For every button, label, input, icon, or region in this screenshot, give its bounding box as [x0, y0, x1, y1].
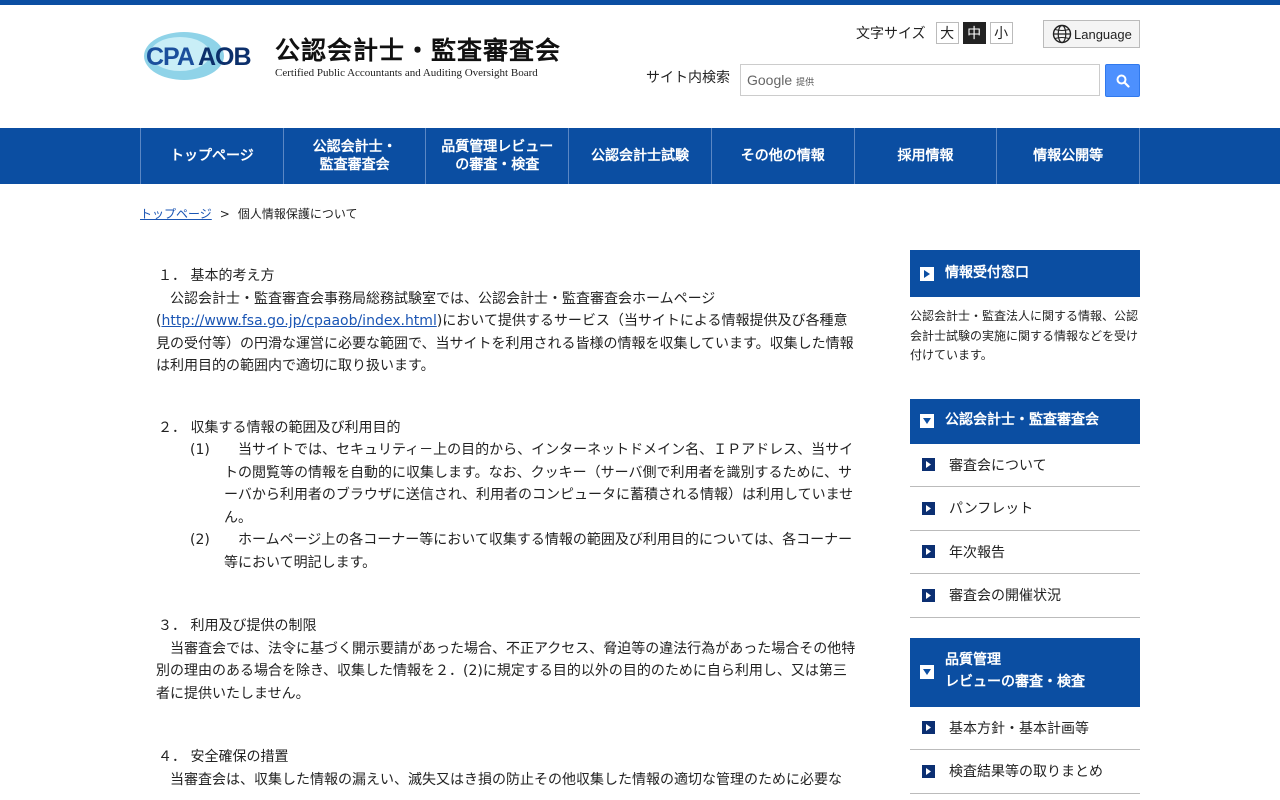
sidebar-header-label: 品質管理 レビューの審査・検査 [945, 650, 1085, 693]
chevron-right-icon [922, 764, 935, 778]
sidebar-link-inspection-results[interactable]: 検査結果等の取りまとめ [910, 750, 1140, 794]
main-content: １． 基本的考え方 公認会計士・監査審査会事務局総務試験室では、公認会計士・監査… [156, 265, 856, 800]
breadcrumb-current: 個人情報保護について [237, 207, 358, 221]
font-size-large-button[interactable]: 大 [935, 22, 959, 44]
site-header: CPA AOB 公認会計士・監査審査会 Certified Public Acc… [140, 5, 1140, 128]
sidebar-link-annual-report[interactable]: 年次報告 [910, 531, 1140, 574]
site-title-en: Certified Public Accountants and Auditin… [275, 67, 538, 79]
breadcrumb-home-link[interactable]: トップページ [140, 205, 212, 222]
font-size-medium-button[interactable]: 中 [962, 22, 986, 44]
nav-recruitment[interactable]: 採用情報 [855, 128, 998, 184]
chevron-right-icon [922, 458, 935, 472]
nav-top-page[interactable]: トップページ [141, 128, 284, 184]
svg-text:CPA: CPA [146, 43, 195, 71]
svg-text:AOB: AOB [198, 43, 251, 71]
language-button[interactable]: Language [1043, 20, 1140, 48]
chevron-right-icon [922, 721, 935, 735]
list-item-text: 当サイトでは、セキュリティ－上の目的から、インターネットドメイン名、ＩＰアドレス… [224, 442, 854, 526]
sidebar-link-label: 年次報告 [949, 544, 1005, 561]
sidebar-link-label: 審査会の開催状況 [949, 588, 1061, 605]
sidebar-link-label: 検査結果等の取りまとめ [949, 764, 1103, 781]
section-paragraph: 公認会計士・監査審査会事務局総務試験室では、公認会計士・監査審査会ホームページ(… [156, 288, 856, 378]
language-label: Language [1074, 26, 1132, 42]
list-item: (1) 当サイトでは、セキュリティ－上の目的から、インターネットドメイン名、ＩＰ… [156, 439, 856, 529]
sidebar-link-pamphlet[interactable]: パンフレット [910, 487, 1140, 531]
list-item-number: (1) [190, 442, 210, 458]
breadcrumb-separator: > [219, 206, 230, 221]
sidebar-link-label: 基本方針・基本計画等 [949, 720, 1089, 737]
font-size-small-button[interactable]: 小 [989, 22, 1013, 44]
nav-quality-review[interactable]: 品質管理レビュー の審査・検査 [426, 128, 570, 184]
sidebar: 情報受付窓口 公認会計士・監査法人に関する情報、公認会計士試験の実施に関する情報… [910, 250, 1140, 794]
nav-board[interactable]: 公認会計士・ 監査審査会 [284, 128, 427, 184]
google-brand-sub: 提供 [796, 77, 815, 88]
section-title: ２． 収集する情報の範囲及び利用目的 [158, 419, 401, 436]
section-title: ３． 利用及び提供の制限 [158, 618, 317, 634]
section-title: １． 基本的考え方 [158, 268, 275, 284]
sidebar-link-about-board[interactable]: 審査会について [910, 444, 1140, 487]
nav-cpa-exam[interactable]: 公認会計士試験 [569, 128, 712, 184]
section-info-scope: ２． 収集する情報の範囲及び利用目的 (1) 当サイトでは、セキュリティ－上の目… [156, 417, 856, 575]
sidebar-link-basic-policy[interactable]: 基本方針・基本計画等 [910, 707, 1140, 750]
google-brand: Google [747, 72, 793, 88]
chevron-down-icon [920, 414, 934, 428]
global-nav: トップページ 公認会計士・ 監査審査会 品質管理レビュー の審査・検査 公認会計… [0, 128, 1280, 184]
nav-disclosure[interactable]: 情報公開等 [997, 128, 1141, 184]
section-paragraph: 当審査会では、法令に基づく開示要請があった場合、不正アクセス、脅迫等の違法行為が… [156, 640, 856, 702]
sidebar-info-desk-header[interactable]: 情報受付窓口 [910, 250, 1140, 297]
section-usage-limits: ３． 利用及び提供の制限 当審査会では、法令に基づく開示要請があった場合、不正ア… [156, 615, 856, 705]
nav-other-info[interactable]: その他の情報 [712, 128, 855, 184]
chevron-down-icon [920, 665, 934, 679]
font-size-label: 文字サイズ [856, 26, 926, 42]
chevron-right-icon [922, 501, 935, 515]
cpaaob-logo-mark: CPA AOB [144, 32, 252, 80]
sidebar-quality-review-header[interactable]: 品質管理 レビューの審査・検査 [910, 637, 1140, 707]
globe-icon [1052, 24, 1072, 44]
search-button[interactable] [1105, 64, 1140, 97]
site-search-label: サイト内検索 [646, 70, 730, 86]
section-security-measures: ４． 安全確保の措置 当審査会は、収集した情報の漏えい、滅失又はき損の防止その他… [156, 746, 856, 791]
cpaaob-home-link[interactable]: http://www.fsa.go.jp/cpaaob/index.html [161, 313, 436, 329]
list-item-text: ホームページ上の各コーナー等において収集する情報の範囲及び利用目的については、各… [224, 532, 853, 571]
list-item: (2) ホームページ上の各コーナー等において収集する情報の範囲及び利用目的につい… [156, 529, 856, 574]
site-title-ja: 公認会計士・監査審査会 [275, 36, 562, 65]
search-icon [1116, 74, 1130, 88]
sidebar-link-meeting-status[interactable]: 審査会の開催状況 [910, 574, 1140, 618]
site-logo[interactable]: CPA AOB 公認会計士・監査審査会 Certified Public Acc… [140, 25, 580, 87]
section-title: ４． 安全確保の措置 [158, 749, 289, 765]
font-size-switcher: 文字サイズ 大 中 小 [856, 21, 1013, 45]
sidebar-header-line: 品質管理 [945, 652, 1001, 669]
sidebar-link-label: パンフレット [949, 501, 1034, 518]
sidebar-link-label: 審査会について [949, 457, 1047, 474]
section-basic-policy: １． 基本的考え方 公認会計士・監査審査会事務局総務試験室では、公認会計士・監査… [156, 265, 856, 378]
site-search-box[interactable]: Google 提供 [740, 64, 1100, 96]
search-input[interactable] [814, 65, 1099, 95]
breadcrumb: トップページ > 個人情報保護について [140, 205, 357, 222]
sidebar-info-desk-description: 公認会計士・監査法人に関する情報、公認会計士試験の実施に関する情報などを受け付け… [910, 309, 1139, 362]
list-item-number: (2) [190, 532, 210, 548]
sidebar-header-line: レビューの審査・検査 [945, 674, 1085, 690]
sidebar-header-label: 情報受付窓口 [945, 264, 1029, 281]
sidebar-header-label: 公認会計士・監査審査会 [945, 412, 1099, 429]
chevron-right-icon [920, 266, 934, 281]
section-paragraph: 当審査会は、収集した情報の漏えい、滅失又はき損の防止その他収集した情報の適切な管… [170, 771, 842, 788]
chevron-right-icon [922, 588, 935, 602]
sidebar-board-header[interactable]: 公認会計士・監査審査会 [910, 398, 1140, 444]
chevron-right-icon [922, 545, 935, 559]
